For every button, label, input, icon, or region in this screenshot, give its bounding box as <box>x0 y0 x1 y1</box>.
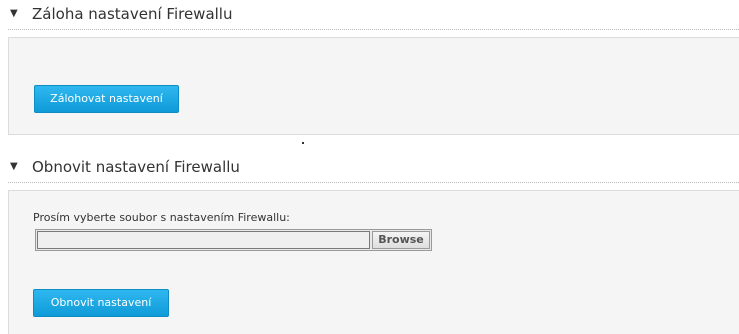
file-upload-field[interactable]: Browse <box>35 229 432 251</box>
backup-panel: Zálohovat nastavení <box>8 37 739 135</box>
restore-settings-button[interactable]: Obnovit nastavení <box>33 289 169 317</box>
backup-section-header[interactable]: ▼ Záloha nastavení Firewallu <box>8 0 739 30</box>
restore-panel: Prosím vyberte soubor s nastavením Firew… <box>8 190 739 334</box>
collapse-triangle-icon[interactable]: ▼ <box>10 161 18 173</box>
file-path-input[interactable] <box>37 231 370 249</box>
stray-dot <box>302 142 304 144</box>
restore-section-header[interactable]: ▼ Obnovit nastavení Firewallu <box>8 153 739 183</box>
restore-section-title: Obnovit nastavení Firewallu <box>32 158 240 176</box>
backup-section-title: Záloha nastavení Firewallu <box>32 5 233 23</box>
collapse-triangle-icon[interactable]: ▼ <box>10 8 18 20</box>
browse-button[interactable]: Browse <box>372 231 430 249</box>
backup-settings-button[interactable]: Zálohovat nastavení <box>34 85 179 113</box>
file-prompt-label: Prosím vyberte soubor s nastavením Firew… <box>33 211 290 224</box>
